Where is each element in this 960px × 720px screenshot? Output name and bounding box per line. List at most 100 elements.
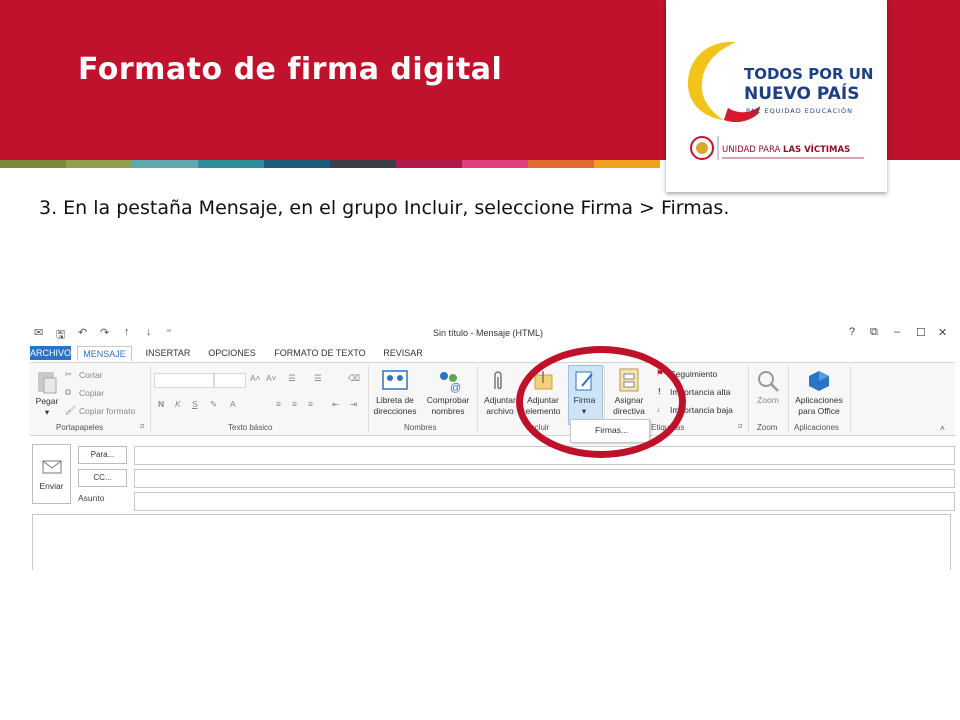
outlook-compose-window: ✉ 🖫 ↶ ↷ ↑ ↓ ⁼ Sin título - Mensaje (HTML… bbox=[30, 322, 955, 570]
subject-label: Asunto bbox=[78, 493, 105, 503]
logo-card: TODOS POR UN NUEVO PAÍS PAZ EQUIDAD EDUC… bbox=[666, 0, 887, 192]
svg-text:UNIDAD PARA LAS VÍCTIMAS: UNIDAD PARA LAS VÍCTIMAS bbox=[722, 143, 850, 155]
send-label: Enviar bbox=[39, 481, 64, 491]
customize-qat-icon[interactable]: ⁼ bbox=[166, 326, 172, 339]
tab-mensaje[interactable]: MENSAJE bbox=[77, 346, 132, 361]
cc-field[interactable] bbox=[134, 469, 955, 488]
font-name-select[interactable] bbox=[154, 373, 214, 388]
font-color-icon[interactable]: A bbox=[230, 399, 236, 409]
check-names-icon[interactable]: @ bbox=[436, 369, 462, 393]
arrow-down-icon[interactable]: ↓ bbox=[146, 326, 152, 338]
group-separator bbox=[368, 366, 369, 432]
quick-access-toolbar: ✉ 🖫 ↶ ↷ ↑ ↓ ⁼ Sin título - Mensaje (HTML… bbox=[30, 322, 955, 344]
stripe-segment bbox=[528, 160, 594, 168]
collapse-ribbon-icon[interactable]: ˄ bbox=[940, 423, 945, 433]
stripe-segment bbox=[66, 160, 132, 168]
tab-insertar[interactable]: INSERTAR bbox=[142, 346, 194, 360]
send-button[interactable]: Enviar bbox=[32, 444, 71, 504]
align-center-icon[interactable]: ≡ bbox=[292, 399, 297, 409]
paste-icon[interactable] bbox=[36, 369, 58, 395]
cc-button[interactable]: CC... bbox=[78, 469, 127, 487]
stripe-segment bbox=[396, 160, 462, 168]
stripe-segment bbox=[198, 160, 264, 168]
copy-icon: ⧉ bbox=[65, 387, 72, 397]
cut-button[interactable]: Cortar bbox=[79, 370, 103, 380]
group-separator bbox=[850, 366, 851, 432]
stripe-segment bbox=[330, 160, 396, 168]
svg-text:PAZ EQUIDAD EDUCACIÓN: PAZ EQUIDAD EDUCACIÓN bbox=[746, 106, 853, 115]
subject-field[interactable] bbox=[134, 492, 955, 511]
group-label-aplicaciones: Aplicaciones bbox=[794, 423, 839, 432]
align-right-icon[interactable]: ≡ bbox=[308, 399, 313, 409]
decrease-indent-icon[interactable]: ⇤ bbox=[332, 399, 339, 410]
close-button[interactable]: ✕ bbox=[938, 326, 947, 339]
svg-text:NUEVO PAÍS: NUEVO PAÍS bbox=[744, 82, 860, 104]
address-book-icon[interactable] bbox=[382, 369, 408, 391]
office-apps-icon[interactable] bbox=[807, 369, 831, 393]
redo-icon[interactable]: ↷ bbox=[100, 326, 109, 339]
message-body[interactable] bbox=[32, 514, 951, 570]
numbering-icon[interactable]: ☰ bbox=[314, 373, 322, 384]
paste-button[interactable]: Pegar bbox=[32, 396, 62, 407]
svg-text:@: @ bbox=[450, 382, 461, 393]
font-size-select[interactable] bbox=[214, 373, 246, 388]
help-button[interactable]: ? bbox=[849, 326, 855, 338]
office-apps-button[interactable]: Aplicaciones para Office bbox=[790, 395, 848, 417]
shrink-font-icon[interactable]: A˅ bbox=[266, 373, 277, 383]
highlight-icon[interactable]: ✎ bbox=[210, 399, 217, 410]
underline-button[interactable]: S bbox=[192, 399, 198, 409]
send-envelope-icon bbox=[42, 460, 62, 474]
group-separator bbox=[748, 366, 749, 432]
stripe-segment bbox=[462, 160, 528, 168]
instruction-text: 3. En la pestaña Mensaje, en el grupo In… bbox=[39, 197, 730, 219]
ribbon-tabs: ARCHIVO MENSAJE INSERTAR OPCIONES FORMAT… bbox=[30, 344, 955, 362]
bold-button[interactable]: N bbox=[158, 399, 164, 409]
ribbon-display-button[interactable]: ⧉ bbox=[870, 326, 878, 339]
address-book-button[interactable]: Libreta de direcciones bbox=[370, 395, 420, 417]
increase-indent-icon[interactable]: ⇥ bbox=[350, 399, 357, 410]
minimize-button[interactable]: – bbox=[894, 326, 900, 338]
group-separator bbox=[150, 366, 151, 432]
tab-formato-de-texto[interactable]: FORMATO DE TEXTO bbox=[272, 346, 368, 360]
slide-title: Formato de firma digital bbox=[78, 52, 503, 87]
highlight-circle bbox=[516, 346, 686, 458]
stripe-segment bbox=[132, 160, 198, 168]
undo-icon[interactable]: ↶ bbox=[78, 326, 87, 339]
grow-font-icon[interactable]: A˄ bbox=[250, 373, 261, 383]
format-painter-button[interactable]: Copiar formato bbox=[79, 406, 135, 416]
stripe-segment bbox=[264, 160, 330, 168]
tab-revisar[interactable]: REVISAR bbox=[380, 346, 426, 360]
paste-dropdown-icon[interactable]: ▾ bbox=[42, 407, 52, 418]
window-title: Sin título - Mensaje (HTML) bbox=[433, 328, 544, 338]
clear-formatting-icon[interactable]: ⌫ bbox=[348, 373, 360, 384]
bullets-icon[interactable]: ☰ bbox=[288, 373, 296, 384]
tab-archivo[interactable]: ARCHIVO bbox=[30, 346, 71, 360]
group-label-zoom: Zoom bbox=[757, 423, 778, 432]
group-separator bbox=[788, 366, 789, 432]
group-label-texto-basico: Texto básico bbox=[228, 423, 273, 432]
outlook-app-icon: ✉ bbox=[34, 327, 44, 339]
stripe-segment bbox=[594, 160, 660, 168]
ribbon: Pegar ▾ ✂ Cortar ⧉ Copiar 🖌 Copiar forma… bbox=[30, 362, 955, 436]
check-names-button[interactable]: Comprobar nombres bbox=[422, 395, 474, 417]
group-label-portapapeles: Portapapeles bbox=[56, 423, 104, 432]
align-left-icon[interactable]: ≡ bbox=[276, 399, 281, 409]
svg-text:TODOS POR UN: TODOS POR UN bbox=[744, 65, 873, 83]
dialog-launcher-icon[interactable]: ⧄ bbox=[738, 423, 742, 431]
dialog-launcher-icon[interactable]: ⧄ bbox=[140, 423, 144, 431]
to-field[interactable] bbox=[134, 446, 955, 465]
group-label-nombres: Nombres bbox=[404, 423, 437, 432]
magnifier-icon[interactable] bbox=[756, 369, 780, 393]
paperclip-icon[interactable] bbox=[490, 369, 506, 393]
save-icon[interactable]: 🖫 bbox=[56, 326, 65, 345]
copy-button[interactable]: Copiar bbox=[79, 388, 104, 398]
maximize-button[interactable]: ☐ bbox=[916, 326, 926, 339]
arrow-up-icon[interactable]: ↑ bbox=[124, 326, 130, 338]
italic-button[interactable]: K bbox=[175, 399, 181, 409]
to-button[interactable]: Para... bbox=[78, 446, 127, 464]
tab-opciones[interactable]: OPCIONES bbox=[206, 346, 258, 360]
format-painter-icon: 🖌 bbox=[65, 405, 76, 415]
todos-por-un-nuevo-pais-logo: TODOS POR UN NUEVO PAÍS PAZ EQUIDAD EDUC… bbox=[688, 41, 873, 160]
cut-icon: ✂ bbox=[65, 369, 73, 379]
zoom-button[interactable]: Zoom bbox=[750, 395, 786, 406]
